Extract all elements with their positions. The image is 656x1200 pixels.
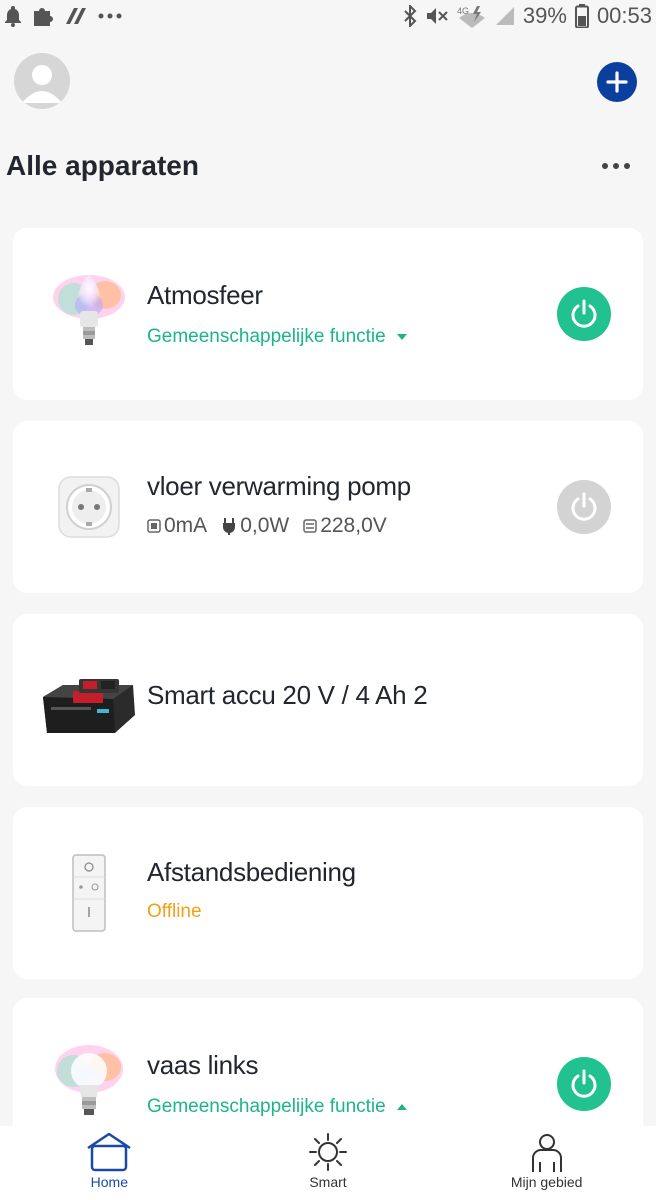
device-name: Atmosfeer (147, 280, 263, 310)
common-function-dropdown[interactable]: Gemeenschappelijke functie (147, 1096, 408, 1118)
user-avatar-icon (22, 65, 62, 103)
power-value: 0,0W (240, 514, 290, 537)
power-icon (571, 1069, 597, 1098)
device-image (43, 1038, 135, 1130)
notification-bell-icon (4, 5, 22, 27)
plus-icon (606, 71, 628, 93)
home-icon (87, 1132, 132, 1172)
device-card-afstandsbediening[interactable]: Afstandsbediening Offline (13, 807, 643, 979)
nav-tab-home[interactable]: Home (9, 1126, 209, 1190)
device-image (43, 268, 135, 360)
more-notifications-icon (98, 12, 122, 20)
puzzle-icon (32, 5, 54, 27)
caret-down-icon (396, 334, 407, 340)
bottom-nav: Home Smart Mijn gebied (0, 1126, 656, 1200)
common-function-dropdown[interactable]: Gemeenschappelijke functie (147, 326, 408, 348)
common-function-label: Gemeenschappelijke functie (147, 1096, 386, 1117)
more-dot-icon (602, 163, 608, 169)
device-card-atmosfeer[interactable]: Atmosfeer Gemeenschappelijke functie (13, 228, 643, 400)
mute-icon (425, 6, 449, 26)
current-value: 0mA (164, 514, 208, 537)
device-image (43, 461, 135, 553)
device-card-vloer-verwarming-pomp[interactable]: vloer verwarming pomp 0mA 0,0W 228,0V (13, 421, 643, 593)
voltage-value: 228,0V (320, 514, 387, 537)
person-icon (531, 1134, 562, 1172)
caret-up-icon (396, 1104, 407, 1110)
device-name: vaas links (147, 1050, 259, 1080)
current-metric: 0mA (147, 514, 207, 538)
power-icon (571, 299, 597, 328)
avatar[interactable] (14, 53, 70, 109)
device-name: Smart accu 20 V / 4 Ah 2 (147, 680, 428, 710)
power-toggle-button[interactable] (557, 1057, 611, 1111)
device-name: Afstandsbediening (147, 857, 356, 887)
smart-plug-icon (58, 476, 120, 538)
remote-control-icon (72, 854, 106, 932)
device-card-smart-accu[interactable]: Smart accu 20 V / 4 Ah 2 (13, 614, 643, 786)
nav-label-smart: Smart (309, 1174, 347, 1190)
clock: 00:53 (596, 3, 652, 28)
device-image (37, 654, 141, 746)
battery-pack-icon (43, 679, 135, 733)
more-dot-icon (624, 163, 630, 169)
more-options-button[interactable] (598, 154, 634, 178)
nav-label-home: Home (90, 1174, 128, 1190)
battery-percent: 39% (522, 3, 567, 28)
page-title: Alle apparaten (6, 150, 199, 181)
nav-tab-profile[interactable]: Mijn gebied (447, 1126, 647, 1190)
power-toggle-button[interactable] (557, 287, 611, 341)
sun-icon (308, 1133, 347, 1171)
add-device-button[interactable] (597, 62, 637, 102)
common-function-label: Gemeenschappelijke functie (147, 326, 386, 347)
app-notification-icon (64, 6, 88, 26)
wifi-4g-icon: 4G (457, 4, 487, 28)
nav-tab-smart[interactable]: Smart (228, 1126, 428, 1190)
plug-icon (223, 518, 236, 535)
color-bulb-candle-icon (53, 275, 125, 345)
status-bar: 4G 39% 00:53 (0, 0, 656, 32)
voltage-metric: 228,0V (303, 514, 387, 538)
voltage-icon (303, 519, 317, 533)
current-icon (147, 519, 161, 533)
offline-status: Offline (147, 901, 202, 922)
power-toggle-button[interactable] (557, 480, 611, 534)
color-bulb-icon (55, 1045, 123, 1115)
battery-icon (574, 4, 589, 28)
device-image (43, 847, 135, 939)
power-metric: 0,0W (221, 514, 289, 538)
nav-label-profile: Mijn gebied (510, 1174, 583, 1190)
power-icon (571, 492, 597, 521)
device-name: vloer verwarming pomp (147, 471, 411, 501)
signal-icon (495, 6, 515, 26)
bluetooth-icon (403, 5, 417, 27)
power-metrics: 0mA 0,0W 228,0V (147, 514, 387, 538)
more-dot-icon (613, 163, 619, 169)
